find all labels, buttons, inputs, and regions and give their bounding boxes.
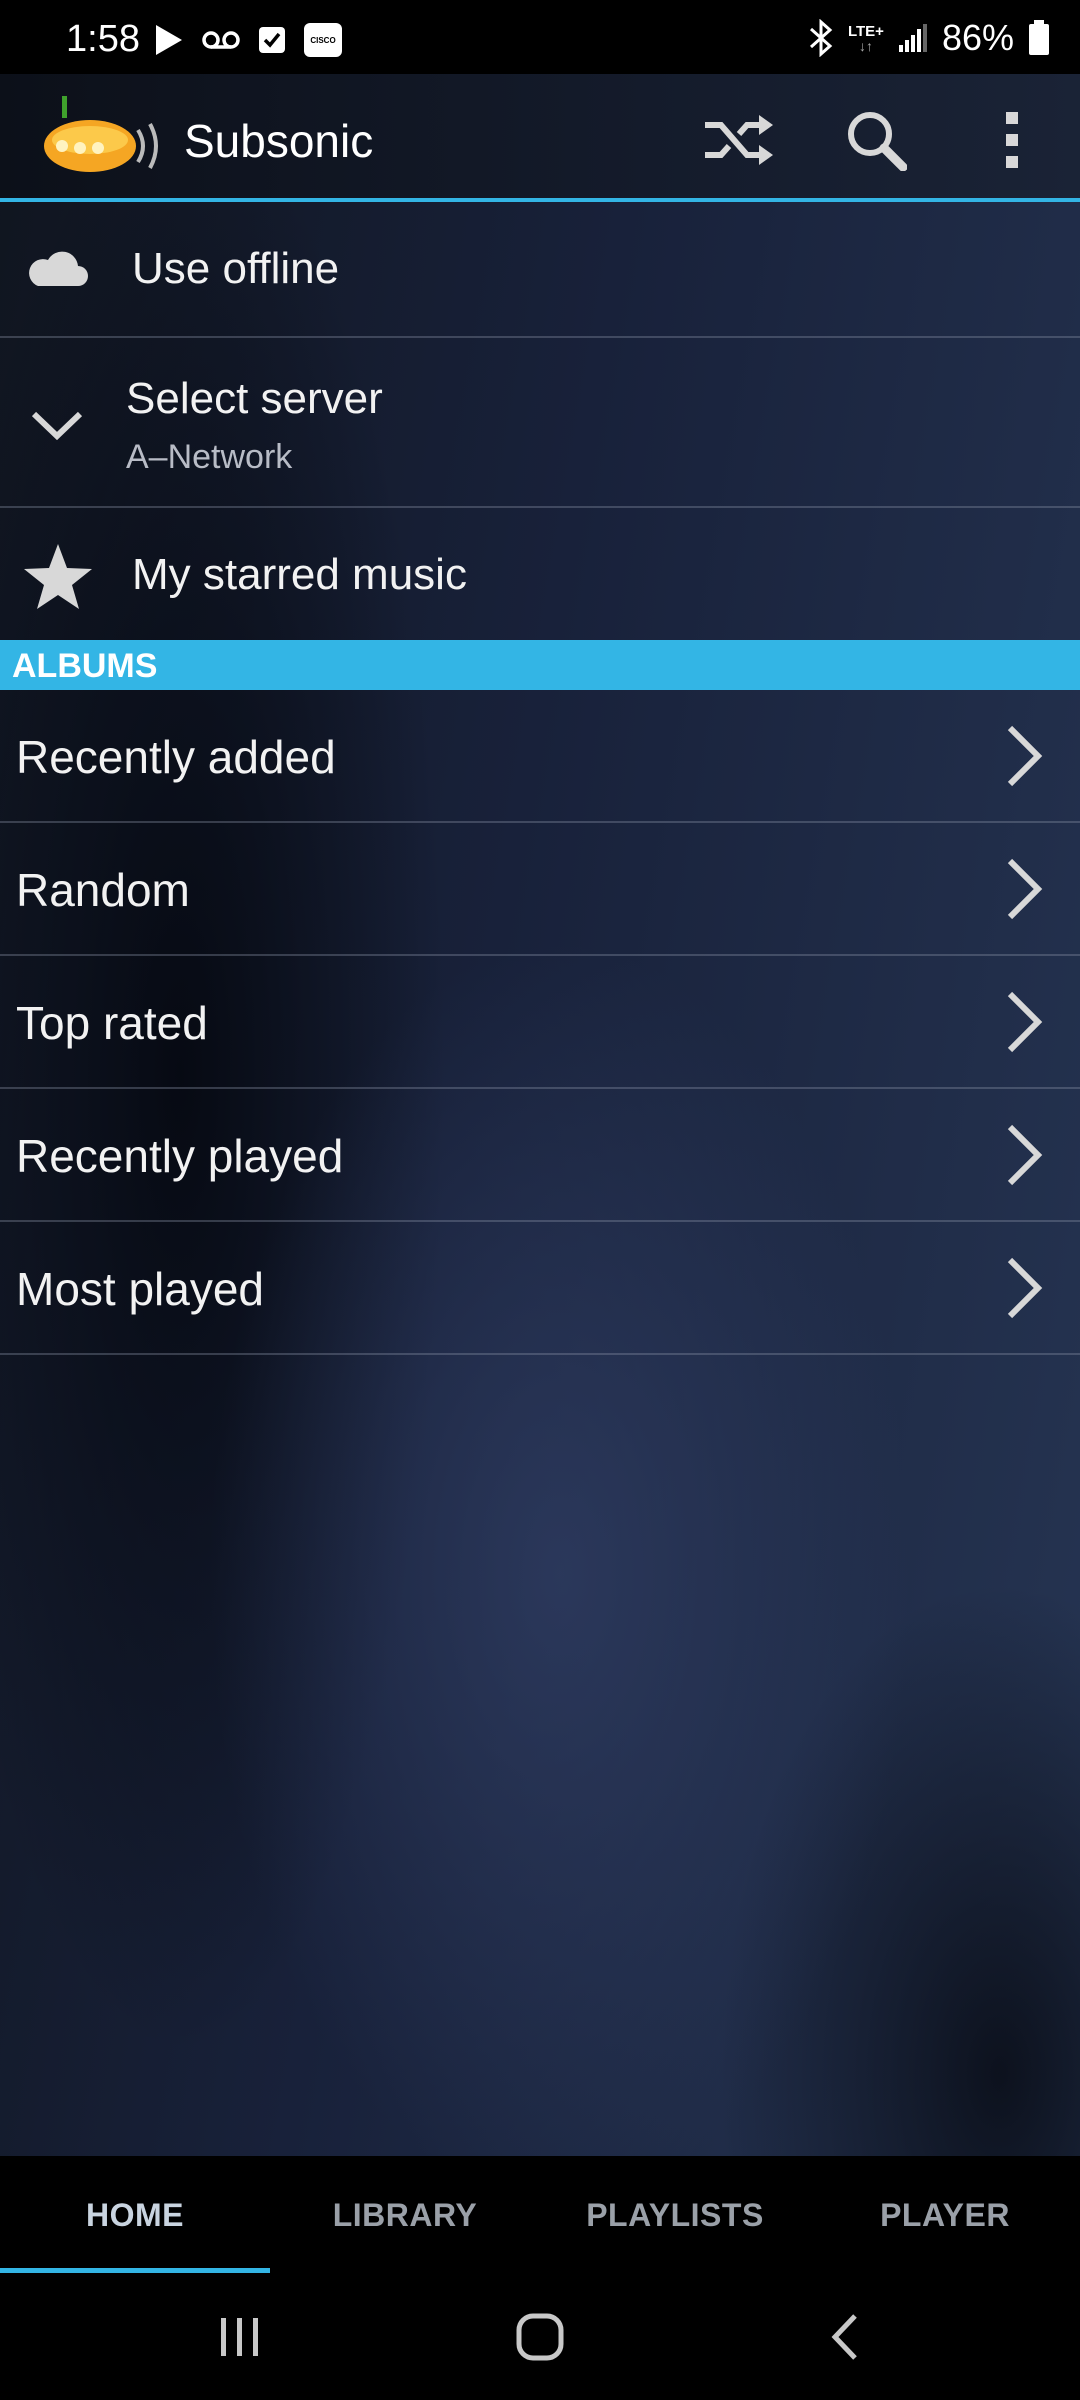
system-nav-bar: [0, 2274, 1080, 2400]
recent-apps-icon: [221, 2318, 258, 2356]
tab-library[interactable]: LIBRARY: [270, 2156, 540, 2274]
starred-music-label: My starred music: [132, 550, 467, 599]
back-button[interactable]: [794, 2300, 894, 2374]
album-list-item-label: Top rated: [16, 997, 208, 1049]
play-icon: [156, 25, 182, 55]
status-bar: 1:58 CISCO LTE+ ↓↑ 86%: [0, 0, 1080, 74]
album-list-item-label: Recently played: [16, 1130, 344, 1182]
album-list-item-most-played[interactable]: Most played: [0, 1222, 1080, 1355]
use-offline-label: Use offline: [132, 244, 340, 293]
use-offline-row[interactable]: Use offline: [0, 202, 1080, 338]
more-vert-icon: [1006, 112, 1018, 168]
album-list-item-label: Random: [16, 864, 190, 916]
status-left-icons: CISCO: [154, 20, 342, 60]
album-list-item-label: Recently added: [16, 731, 336, 783]
cloud-icon: [29, 251, 88, 286]
tab-playlists[interactable]: PLAYLISTS: [540, 2156, 810, 2274]
server-name: A–Network: [126, 438, 293, 476]
data-arrows-icon: ↓↑: [858, 37, 873, 54]
chevron-right-icon: [1007, 858, 1043, 920]
chevron-right-icon: [1007, 1124, 1043, 1186]
app-title: Subsonic: [184, 115, 374, 167]
cisco-icon: CISCO: [304, 23, 342, 57]
status-time: 1:58: [66, 18, 140, 60]
albums-header-label: ALBUMS: [12, 647, 158, 685]
battery-icon: [1029, 20, 1049, 55]
album-list-item-top-rated[interactable]: Top rated: [0, 956, 1080, 1089]
search-icon: [848, 112, 907, 171]
home-icon: [516, 2313, 564, 2361]
active-tab-indicator: [0, 2268, 270, 2273]
chevron-right-icon: [1007, 991, 1043, 1053]
album-list-item-random[interactable]: Random: [0, 823, 1080, 956]
status-right-icons: LTE+ ↓↑ 86%: [808, 17, 1050, 58]
voicemail-icon: [202, 31, 240, 49]
chevron-right-icon: [1007, 725, 1043, 787]
bottom-tab-bar: HOME LIBRARY PLAYLISTS PLAYER: [0, 2156, 1080, 2274]
chevron-right-icon: [1007, 1257, 1043, 1319]
back-icon: [831, 2314, 857, 2360]
main-content: Subsonic Use offline Select server A–Net…: [0, 74, 1080, 2156]
tab-player[interactable]: PLAYER: [810, 2156, 1080, 2274]
albums-section-header: ALBUMS: [0, 640, 1080, 690]
starred-music-row[interactable]: My starred music: [0, 508, 1080, 640]
star-icon: [24, 544, 92, 609]
album-list-item-recently-played[interactable]: Recently played: [0, 1089, 1080, 1222]
app-bar: Subsonic: [0, 74, 1080, 198]
shuffle-icon: [705, 115, 773, 165]
recent-apps-button[interactable]: [190, 2300, 290, 2374]
select-server-row[interactable]: Select server A–Network: [0, 338, 1080, 508]
album-list-item-label: Most played: [16, 1263, 265, 1315]
checkbox-icon: [259, 27, 285, 53]
overflow-menu-button[interactable]: [972, 100, 1052, 180]
bluetooth-icon: [809, 19, 833, 57]
chevron-down-icon: [31, 411, 83, 440]
album-list-item-recently-added[interactable]: Recently added: [0, 690, 1080, 823]
search-button[interactable]: [836, 100, 916, 180]
battery-percent: 86%: [941, 17, 1014, 58]
tab-home[interactable]: HOME: [0, 2156, 270, 2274]
network-type: LTE+: [847, 22, 884, 40]
shuffle-button[interactable]: [698, 100, 778, 180]
signal-icon: [898, 24, 927, 52]
lte-icon: LTE+ ↓↑: [848, 24, 884, 53]
subsonic-logo-icon[interactable]: [40, 94, 170, 180]
select-server-label: Select server: [126, 374, 383, 423]
home-button[interactable]: [490, 2300, 590, 2374]
